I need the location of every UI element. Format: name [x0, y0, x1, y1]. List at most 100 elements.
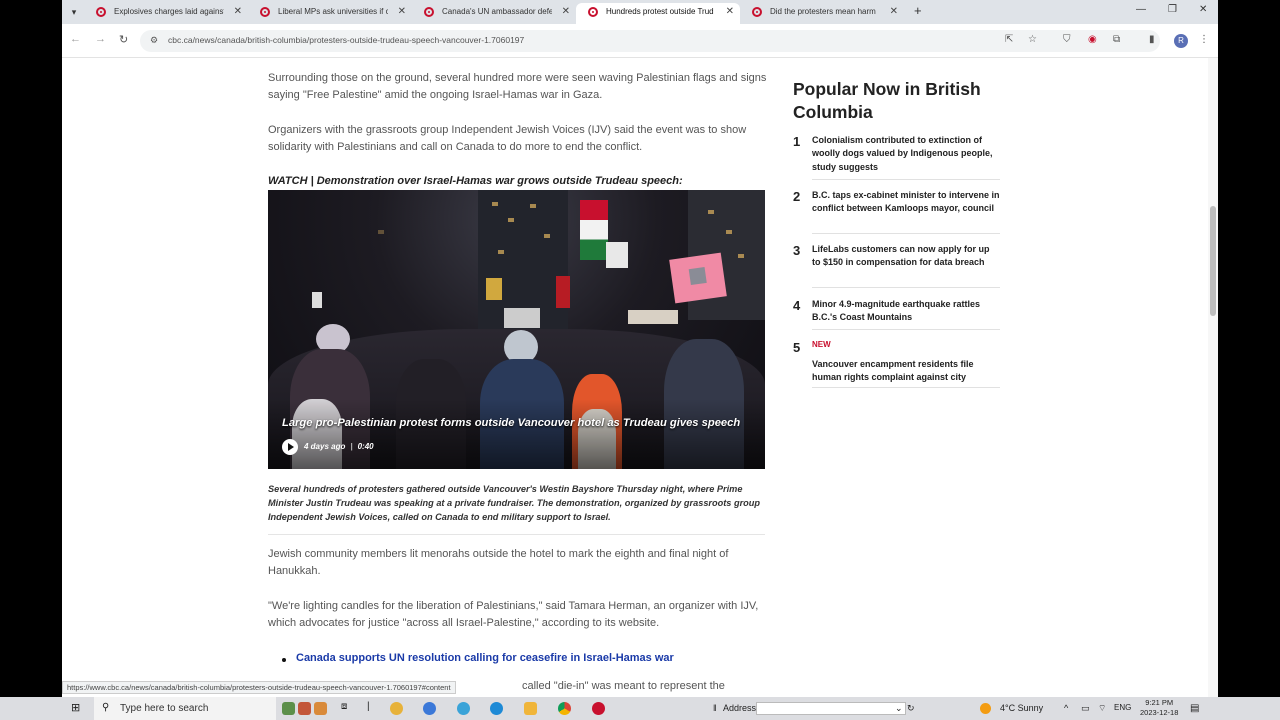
file-explorer-icon[interactable] — [524, 702, 537, 715]
menu-dots-icon[interactable]: ⋮ — [1199, 34, 1209, 45]
popular-headline[interactable]: Vancouver encampment residents file huma… — [812, 358, 1000, 385]
extension-badge-icon[interactable]: ◉ — [1088, 34, 1097, 45]
site-info-icon[interactable]: ⚙ — [150, 36, 159, 45]
weather-sun-icon[interactable] — [980, 703, 991, 714]
scrollbar-thumb[interactable] — [1210, 206, 1216, 316]
task-view-icon[interactable]: ⧈ — [341, 701, 347, 712]
popular-headline[interactable]: Minor 4.9-magnitude earthquake rattles B… — [812, 298, 1000, 325]
window-close-icon[interactable]: ✕ — [1199, 4, 1207, 15]
back-arrow-icon[interactable]: ← — [70, 33, 81, 45]
extension-shield-icon[interactable]: ⛉ — [1063, 34, 1071, 45]
app-icon[interactable] — [423, 702, 436, 715]
address-toolbar-input[interactable] — [756, 702, 906, 715]
screen: ▾ Explosives charges laid against ✕ Libe… — [0, 0, 1280, 720]
language-indicator[interactable]: ENG — [1114, 703, 1131, 712]
tab-2[interactable]: Liberal MPs ask universities if c ✕ — [248, 3, 412, 24]
news-widget-icon[interactable] — [282, 702, 295, 715]
video-scene-sign — [606, 242, 628, 268]
battery-icon[interactable]: ▭ — [1081, 703, 1090, 714]
app-icon[interactable] — [390, 702, 403, 715]
video-gradient-overlay — [268, 399, 765, 469]
tab-title: Liberal MPs ask universities if c — [278, 7, 388, 16]
article-page: Surrounding those on the ground, several… — [62, 58, 1208, 697]
tab-1[interactable]: Explosives charges laid against ✕ — [84, 3, 248, 24]
toolbar-grip-icon: ‖ — [713, 703, 717, 713]
related-story-link[interactable]: Canada supports UN resolution calling fo… — [296, 652, 674, 664]
popular-headline[interactable]: B.C. taps ex-cabinet minister to interve… — [812, 189, 1000, 216]
tab-5[interactable]: Did the protesters mean harm ✕ — [740, 3, 904, 24]
edge-icon[interactable] — [490, 702, 503, 715]
minimize-icon[interactable]: — — [1136, 4, 1146, 15]
taskbar-clock[interactable]: 9:21 PM 2023-12-18 — [1140, 698, 1178, 718]
install-app-icon[interactable]: ⇱ — [1005, 34, 1013, 45]
forward-arrow-icon[interactable]: → — [95, 33, 106, 45]
tray-chevron-up-icon[interactable]: ^ — [1064, 703, 1068, 713]
video-meta: 4 days ago | 0:40 — [304, 442, 374, 451]
tab-search-chevron-icon[interactable]: ▾ — [66, 4, 82, 20]
video-scene-window — [498, 250, 504, 254]
video-heading: WATCH | Demonstration over Israel-Hamas … — [268, 175, 683, 187]
wifi-icon[interactable]: ⌔ — [1098, 703, 1106, 714]
extensions-puzzle-icon[interactable]: ⧉ — [1113, 34, 1120, 45]
play-icon[interactable] — [282, 439, 298, 455]
address-go-icon[interactable]: ↻ — [907, 703, 915, 714]
cbc-favicon-icon — [424, 7, 434, 17]
new-badge: NEW — [812, 340, 831, 349]
popular-rank: 5 — [793, 340, 801, 355]
cbc-favicon-icon — [588, 7, 598, 17]
video-scene-sign — [312, 292, 322, 308]
cbc-favicon-icon — [96, 7, 106, 17]
bookmark-star-icon[interactable]: ☆ — [1028, 34, 1037, 45]
url-text[interactable]: cbc.ca/news/canada/british-columbia/prot… — [168, 35, 524, 45]
reload-icon[interactable]: ↻ — [119, 33, 128, 46]
tab-close-icon[interactable]: ✕ — [234, 3, 242, 21]
page-scrollbar[interactable] — [1208, 58, 1218, 697]
app-icon[interactable] — [592, 702, 605, 715]
tab-title: Explosives charges laid against — [114, 7, 224, 16]
clock-time: 9:21 PM — [1145, 698, 1174, 707]
divider — [812, 387, 1000, 388]
notification-icon[interactable]: ▤ — [1190, 703, 1199, 714]
divider — [812, 233, 1000, 234]
video-scene-sign — [486, 278, 502, 300]
chrome-icon[interactable] — [558, 702, 571, 715]
browser-window: ▾ Explosives charges laid against ✕ Libe… — [62, 0, 1218, 697]
tab-close-icon[interactable]: ✕ — [726, 3, 734, 21]
new-tab-plus-icon[interactable]: + — [914, 3, 922, 18]
search-icon: ⚲ — [102, 702, 110, 713]
video-scene-flag — [580, 200, 608, 260]
address-dropdown-icon[interactable]: ⌄ — [895, 703, 903, 714]
tab-4-active[interactable]: Hundreds protest outside Trud ✕ — [576, 3, 740, 24]
popular-rank: 4 — [793, 298, 801, 313]
video-scene-window — [530, 204, 536, 208]
weather-text[interactable]: 4°C Sunny — [1000, 703, 1043, 713]
profile-avatar[interactable]: R — [1174, 34, 1188, 48]
link-status-bar: https://www.cbc.ca/news/canada/british-c… — [62, 681, 456, 694]
tab-close-icon[interactable]: ✕ — [890, 3, 898, 21]
app-icon[interactable] — [457, 702, 470, 715]
popular-headline[interactable]: LifeLabs customers can now apply for up … — [812, 243, 1000, 270]
restore-icon[interactable]: ❐ — [1168, 4, 1177, 15]
popular-headline[interactable]: Colonialism contributed to extinction of… — [812, 134, 1000, 174]
video-title[interactable]: Large pro-Palestinian protest forms outs… — [282, 417, 740, 429]
divider — [812, 329, 1000, 330]
tab-3[interactable]: Canada's UN ambassador defe ✕ — [412, 3, 576, 24]
windows-start-icon[interactable]: ⊞ — [71, 701, 80, 714]
side-panel-icon[interactable]: ▮ — [1149, 34, 1155, 45]
video-scene-sign — [504, 308, 540, 328]
news-widget-icon[interactable] — [298, 702, 311, 715]
tab-title: Canada's UN ambassador defe — [442, 7, 552, 16]
news-widget-icon[interactable] — [314, 702, 327, 715]
video-scene-window — [544, 234, 550, 238]
taskbar-search-box[interactable]: ⚲ Type here to search — [94, 697, 276, 720]
taskbar: ⊞ ⚲ Type here to search ⧈ | ‖ Address ⌄ … — [0, 697, 1280, 720]
tab-close-icon[interactable]: ✕ — [398, 3, 406, 21]
video-player[interactable]: Large pro-Palestinian protest forms outs… — [268, 190, 765, 469]
tab-close-icon[interactable]: ✕ — [562, 3, 570, 21]
cbc-favicon-icon — [752, 7, 762, 17]
video-scene-window — [508, 218, 514, 222]
meta-separator: | — [350, 442, 353, 451]
video-scene-flag — [556, 276, 570, 308]
video-scene-window — [492, 202, 498, 206]
browser-toolbar: ← → ↻ ⚙ cbc.ca/news/canada/british-colum… — [62, 24, 1218, 58]
